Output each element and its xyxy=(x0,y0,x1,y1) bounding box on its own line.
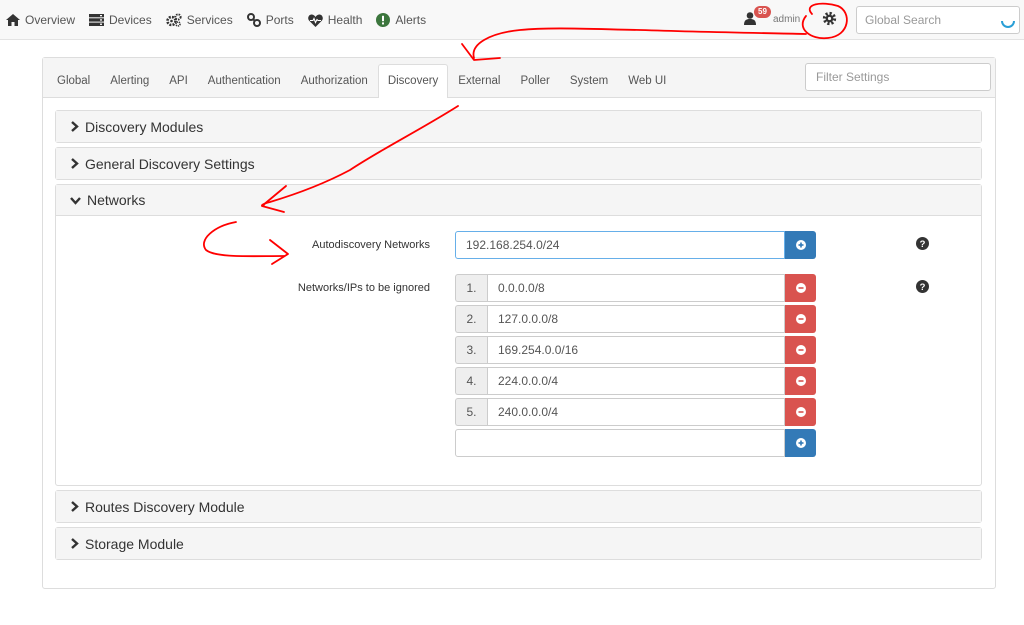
ignored-network-index: 1. xyxy=(455,274,487,302)
svg-text:?: ? xyxy=(920,239,926,250)
ignored-network-row: 2. xyxy=(455,305,816,333)
ignored-network-input[interactable] xyxy=(487,398,785,426)
ignored-network-index: 4. xyxy=(455,367,487,395)
tab-poller[interactable]: Poller xyxy=(510,64,559,97)
nav-ports[interactable]: Ports xyxy=(246,13,294,27)
chevron-right-icon xyxy=(71,121,79,132)
ignored-network-row: 3. xyxy=(455,336,816,364)
tab-authorization[interactable]: Authorization xyxy=(291,64,378,97)
svg-text:?: ? xyxy=(920,282,926,293)
nav-health[interactable]: Health xyxy=(307,13,363,27)
nav-alerts[interactable]: Alerts xyxy=(376,13,426,27)
nav-devices-label: Devices xyxy=(109,13,152,27)
exclamation-circle-icon xyxy=(376,13,391,27)
section-general-discovery-header[interactable]: General Discovery Settings xyxy=(56,148,981,179)
nav-alerts-label: Alerts xyxy=(395,13,427,27)
new-ignored-network-input[interactable] xyxy=(455,429,785,457)
ignored-network-index: 5. xyxy=(455,398,487,426)
nav-health-label: Health xyxy=(327,13,363,27)
section-routes-discovery: Routes Discovery Module xyxy=(55,490,982,523)
ignored-network-row: 4. xyxy=(455,367,816,395)
section-routes-discovery-header[interactable]: Routes Discovery Module xyxy=(56,491,981,522)
tab-api[interactable]: API xyxy=(159,64,198,97)
cogs-icon xyxy=(165,13,182,27)
plus-circle-icon xyxy=(795,438,806,448)
add-autodiscovery-network-button[interactable] xyxy=(785,231,816,259)
section-discovery-modules-title: Discovery Modules xyxy=(85,118,204,135)
settings-tab-bar: Global Alerting API Authentication Autho… xyxy=(43,58,995,98)
ignored-network-index: 2. xyxy=(455,305,487,333)
chevron-right-icon xyxy=(71,158,79,169)
section-discovery-modules-header[interactable]: Discovery Modules xyxy=(56,111,981,142)
remove-ignored-network-button[interactable] xyxy=(785,305,816,333)
new-ignored-network-row xyxy=(455,429,816,457)
section-networks-title: Networks xyxy=(87,192,146,208)
add-ignored-network-button[interactable] xyxy=(785,429,816,457)
section-networks: Networks Autodiscovery Networks ? Networ… xyxy=(55,184,982,486)
minus-circle-icon xyxy=(795,376,806,386)
tab-discovery[interactable]: Discovery xyxy=(377,64,449,98)
ignored-network-index: 3. xyxy=(455,336,487,364)
nav-overview[interactable]: Overview xyxy=(6,13,75,27)
notification-badge: 59 xyxy=(754,6,771,18)
minus-circle-icon xyxy=(795,345,806,355)
ignored-network-row: 1. xyxy=(455,274,816,302)
section-general-discovery: General Discovery Settings xyxy=(55,147,982,180)
nav-services-label: Services xyxy=(186,13,233,27)
server-icon xyxy=(89,14,105,26)
nav-devices[interactable]: Devices xyxy=(89,13,152,27)
ignored-network-input[interactable] xyxy=(487,367,785,395)
tab-web-ui[interactable]: Web UI xyxy=(618,64,676,97)
autodiscovery-network-row xyxy=(455,231,816,259)
nav-services[interactable]: Services xyxy=(165,13,233,27)
top-navbar: Overview Devices Services Ports Health A… xyxy=(0,0,1024,40)
ignored-network-row: 5. xyxy=(455,398,816,426)
remove-ignored-network-button[interactable] xyxy=(785,336,816,364)
section-storage-module-header[interactable]: Storage Module xyxy=(56,528,981,559)
section-networks-header[interactable]: Networks xyxy=(56,185,981,216)
nav-overview-label: Overview xyxy=(25,13,76,27)
loading-spinner-icon xyxy=(1001,20,1015,28)
remove-ignored-network-button[interactable] xyxy=(785,274,816,302)
tab-alerting[interactable]: Alerting xyxy=(100,64,159,97)
chevron-right-icon xyxy=(71,538,79,549)
tab-external[interactable]: External xyxy=(448,64,510,97)
help-question-icon[interactable]: ? xyxy=(916,237,929,250)
user-name: admin xyxy=(773,14,801,25)
main-menu: Overview Devices Services Ports Health A… xyxy=(6,0,440,40)
section-discovery-modules: Discovery Modules xyxy=(55,110,982,143)
tab-global[interactable]: Global xyxy=(47,64,100,97)
tab-authentication[interactable]: Authentication xyxy=(198,64,291,97)
section-routes-discovery-title: Routes Discovery Module xyxy=(85,498,245,515)
section-general-discovery-title: General Discovery Settings xyxy=(85,155,255,172)
user-menu[interactable]: 59 admin xyxy=(744,6,814,31)
filter-settings-input[interactable] xyxy=(805,63,991,91)
link-icon xyxy=(246,13,261,27)
tab-system[interactable]: System xyxy=(560,64,618,97)
settings-gear-icon[interactable] xyxy=(822,11,837,26)
home-icon xyxy=(6,14,20,26)
settings-tabs: Global Alerting API Authentication Autho… xyxy=(47,64,676,98)
ignored-network-input[interactable] xyxy=(487,305,785,333)
global-search-input[interactable] xyxy=(856,6,1020,34)
autodiscovery-network-input[interactable] xyxy=(455,231,785,259)
chevron-down-icon xyxy=(70,196,81,205)
help-question-icon[interactable]: ? xyxy=(916,280,929,293)
ignored-network-input[interactable] xyxy=(487,336,785,364)
settings-panel: Global Alerting API Authentication Autho… xyxy=(42,57,996,589)
section-storage-module-title: Storage Module xyxy=(85,535,184,552)
ignored-networks-label: Networks/IPs to be ignored xyxy=(297,282,430,294)
nav-ports-label: Ports xyxy=(265,13,294,27)
chevron-right-icon xyxy=(71,501,79,512)
minus-circle-icon xyxy=(795,407,806,417)
ignored-network-input[interactable] xyxy=(487,274,785,302)
remove-ignored-network-button[interactable] xyxy=(785,398,816,426)
remove-ignored-network-button[interactable] xyxy=(785,367,816,395)
plus-circle-icon xyxy=(795,240,806,250)
autodiscovery-networks-label: Autodiscovery Networks xyxy=(312,239,430,251)
minus-circle-icon xyxy=(795,283,806,293)
minus-circle-icon xyxy=(795,314,806,324)
heartbeat-icon xyxy=(307,13,323,27)
section-storage-module: Storage Module xyxy=(55,527,982,560)
